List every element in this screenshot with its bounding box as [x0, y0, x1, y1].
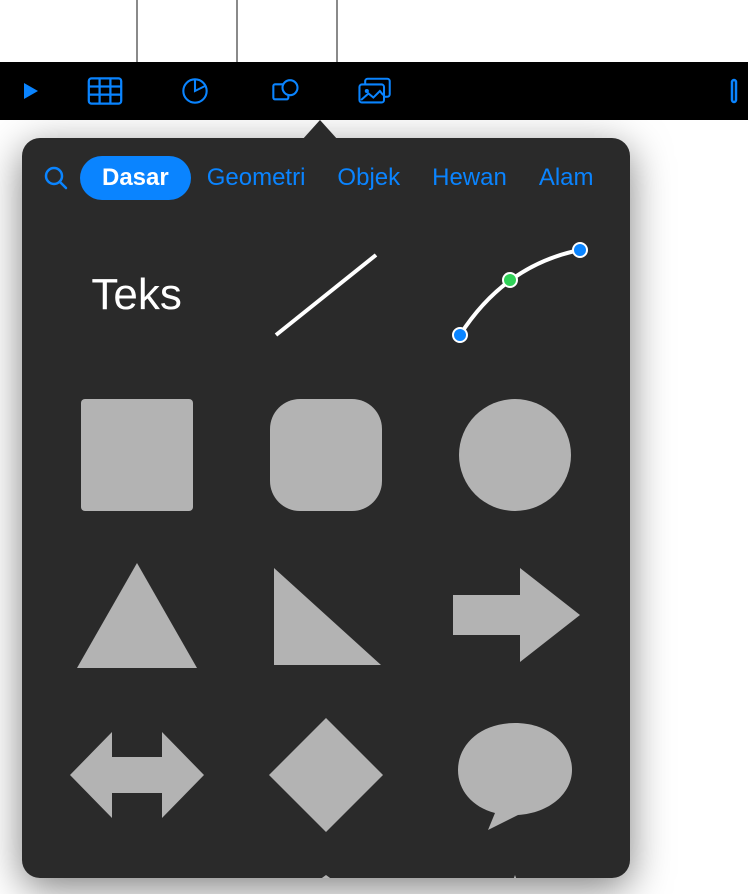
- tab-dasar[interactable]: Dasar: [80, 156, 191, 200]
- shape-rounded-tab[interactable]: [57, 870, 217, 878]
- tab-hewan[interactable]: Hewan: [416, 156, 523, 200]
- shape-circle[interactable]: [435, 390, 595, 520]
- shape-square[interactable]: [57, 390, 217, 520]
- tab-objek[interactable]: Objek: [321, 156, 416, 200]
- popover-arrow: [302, 120, 338, 140]
- shape-right-triangle[interactable]: [246, 550, 406, 680]
- shape-pentagon[interactable]: [246, 870, 406, 878]
- text-shape-label: Teks: [91, 270, 181, 320]
- callout-line-3: [336, 0, 338, 62]
- insert-chart-button[interactable]: [150, 62, 240, 120]
- shape-rounded-square[interactable]: [246, 390, 406, 520]
- callout-line-1: [136, 0, 138, 62]
- shape-line[interactable]: [246, 230, 406, 360]
- shape-text[interactable]: Teks: [57, 230, 217, 360]
- tab-alam[interactable]: Alam: [523, 156, 610, 200]
- play-button[interactable]: [0, 62, 60, 120]
- shapes-grid: Teks: [22, 210, 630, 878]
- toolbar: [0, 62, 748, 120]
- insert-media-button[interactable]: [330, 62, 420, 120]
- shape-curve-pen[interactable]: [435, 230, 595, 360]
- shape-diamond[interactable]: [246, 710, 406, 840]
- shape-triangle[interactable]: [57, 550, 217, 680]
- search-button[interactable]: [38, 160, 74, 196]
- insert-table-button[interactable]: [60, 62, 150, 120]
- tab-geometri[interactable]: Geometri: [191, 156, 322, 200]
- popover-header: Dasar Geometri Objek Hewan Alam: [22, 138, 630, 210]
- callout-line-2: [236, 0, 238, 62]
- category-tabs: Dasar Geometri Objek Hewan Alam: [80, 156, 614, 200]
- shape-double-arrow[interactable]: [57, 710, 217, 840]
- toolbar-overflow[interactable]: [730, 62, 748, 120]
- insert-shape-button[interactable]: [240, 62, 330, 120]
- shape-star[interactable]: [435, 870, 595, 878]
- shape-speech-bubble[interactable]: [435, 710, 595, 840]
- shape-arrow-right[interactable]: [435, 550, 595, 680]
- shapes-popover: Dasar Geometri Objek Hewan Alam Teks: [22, 138, 630, 878]
